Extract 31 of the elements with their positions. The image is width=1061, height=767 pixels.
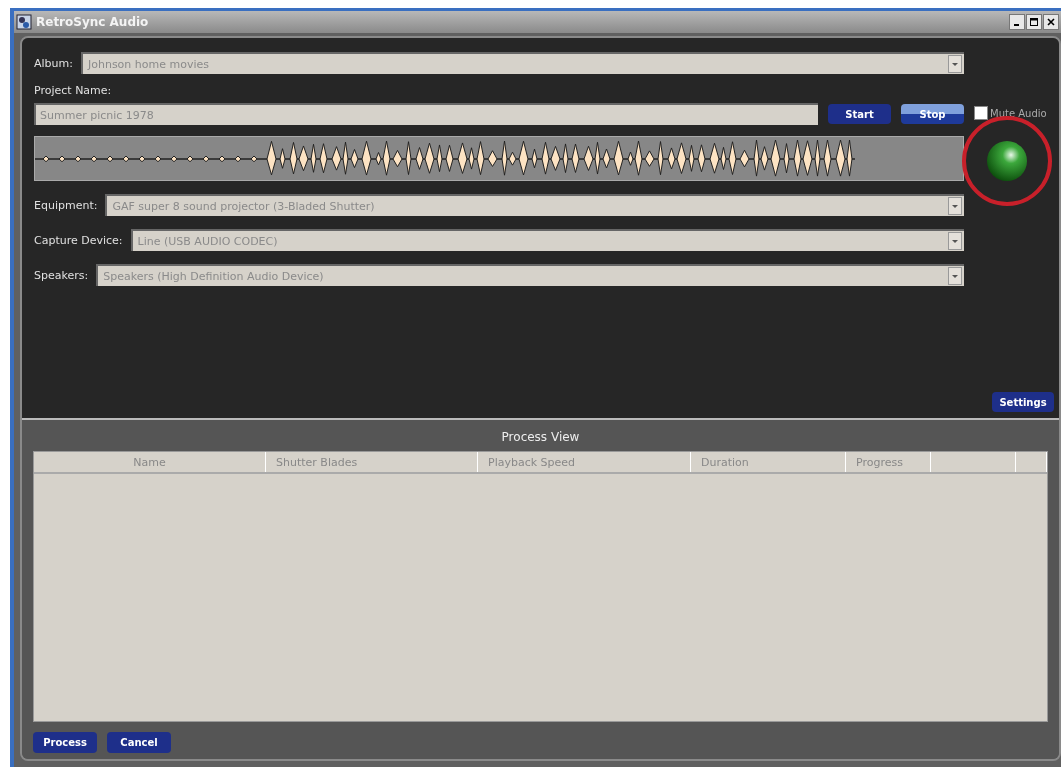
field-label: Capture Device: bbox=[34, 233, 123, 247]
checkbox-label: Mute Audio bbox=[990, 107, 1047, 119]
column-header[interactable]: Name bbox=[34, 452, 266, 472]
app-icon bbox=[16, 14, 32, 30]
section-title: Process View bbox=[500, 429, 581, 446]
minimize-button[interactable] bbox=[1009, 14, 1025, 30]
field-label: Speakers: bbox=[34, 268, 89, 282]
maximize-button[interactable] bbox=[1026, 14, 1042, 30]
process-button[interactable]: Process bbox=[33, 732, 97, 753]
column-header[interactable]: Shutter Blades bbox=[266, 452, 478, 472]
cancel-button[interactable]: Cancel bbox=[107, 732, 171, 753]
field-label: Album: bbox=[34, 56, 73, 70]
project-name-field[interactable]: Summer picnic 1978 bbox=[34, 103, 818, 125]
settings-button[interactable]: Settings bbox=[992, 392, 1054, 412]
equipment-dropdown[interactable]: GAF super 8 sound projector (3-Bladed Shutter) bbox=[105, 194, 964, 216]
column-header[interactable]: Playback Speed bbox=[478, 452, 691, 472]
close-button[interactable] bbox=[1043, 14, 1059, 30]
column-header[interactable]: Duration bbox=[691, 452, 846, 472]
mute-checkbox[interactable] bbox=[974, 106, 988, 120]
start-button[interactable]: Start bbox=[828, 104, 891, 124]
stop-button[interactable]: Stop bbox=[901, 104, 964, 124]
window-title: RetroSync Audio bbox=[36, 15, 149, 29]
capture-device-dropdown[interactable]: Line (USB AUDIO CODEC) bbox=[130, 229, 964, 251]
close-icon bbox=[1046, 17, 1056, 27]
minimize-icon bbox=[1013, 24, 1019, 26]
field-label: Equipment: bbox=[34, 198, 98, 212]
field-label: Project Name: bbox=[34, 84, 113, 99]
album-dropdown[interactable]: Johnson home movies bbox=[80, 52, 964, 74]
maximize-icon bbox=[1029, 17, 1039, 27]
column-header[interactable]: Progress bbox=[846, 452, 931, 472]
speakers-dropdown[interactable]: Speakers (High Definition Audio Device) bbox=[96, 264, 964, 286]
